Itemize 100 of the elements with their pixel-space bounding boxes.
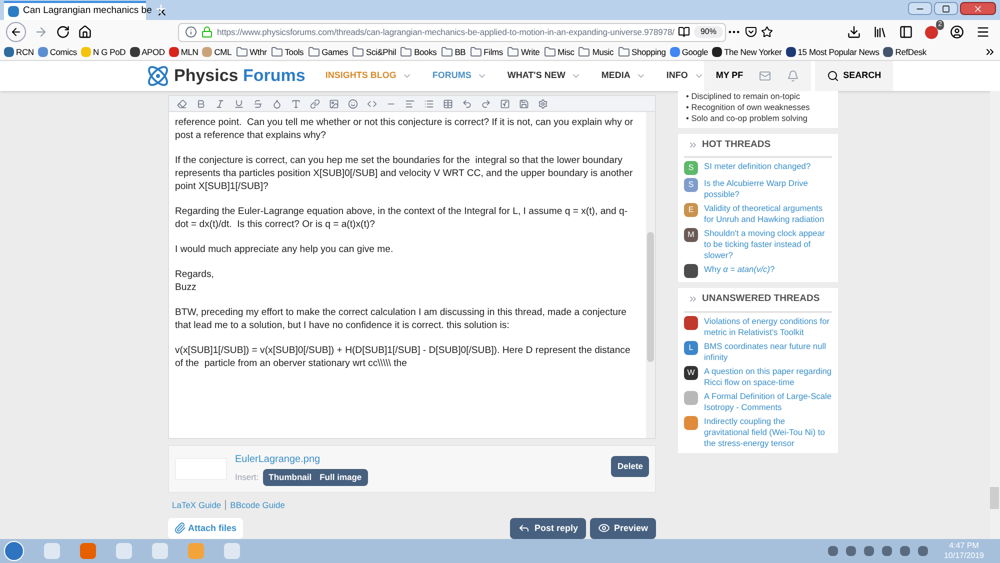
tray-device-icon[interactable] (918, 546, 928, 556)
thread-link[interactable]: BMS coordinates near future null infinity (704, 340, 832, 362)
tray-flag-icon[interactable] (900, 546, 910, 556)
bookmark-link[interactable]: Misc (558, 46, 574, 58)
folder-icon[interactable] (440, 46, 453, 58)
scroll-thumb[interactable] (647, 232, 654, 362)
site-favicon-icon[interactable] (130, 47, 140, 57)
text-size-icon[interactable] (291, 98, 301, 108)
code-icon[interactable] (367, 98, 377, 108)
my-pf-link[interactable]: MY PF (716, 69, 744, 83)
bookmark-link[interactable]: Sci&Phil (366, 46, 396, 58)
bookmark-link[interactable]: RCN (16, 46, 34, 58)
thread-link[interactable]: Is the Alcubierre Warp Drive possible? (704, 178, 832, 200)
folder-icon[interactable] (270, 46, 283, 58)
bookmark-link[interactable]: CML (214, 46, 232, 58)
site-favicon-icon[interactable] (786, 47, 796, 57)
insert-option-button[interactable]: Full image (320, 471, 362, 484)
more-bookmarks-icon[interactable] (984, 46, 996, 58)
droplet-icon[interactable] (272, 98, 282, 108)
post-reply-button[interactable]: Post reply (510, 518, 586, 539)
restore-button[interactable] (934, 2, 958, 15)
bookmark-link[interactable]: N G PoD (92, 46, 126, 58)
save-icon[interactable] (519, 98, 529, 108)
thread-link[interactable]: Indirectly coupling the gravitational field (Wei-Tou Ni) to the stress-energy tensor (704, 416, 832, 448)
smiley-icon[interactable] (348, 98, 358, 108)
folder-icon[interactable] (470, 46, 482, 58)
bookmark-link[interactable]: RefDesk (895, 46, 926, 58)
start-button[interactable] (4, 541, 24, 561)
library-icon[interactable] (873, 25, 887, 39)
folder-icon[interactable] (544, 46, 556, 58)
thread-link[interactable]: SI meter definition changed? (704, 161, 811, 172)
align-icon[interactable] (405, 98, 415, 108)
tray-volume-icon[interactable] (882, 546, 892, 556)
tray-app-icon[interactable] (828, 546, 838, 556)
attach-files-button[interactable]: Attach files (168, 518, 243, 539)
logo-text[interactable]: Physics Forums (174, 63, 306, 89)
scrollbar[interactable] (646, 112, 655, 438)
link-icon[interactable] (310, 98, 320, 108)
forward-icon[interactable] (34, 25, 48, 39)
folder-icon[interactable] (618, 46, 630, 58)
thread-link[interactable]: A Formal Definition of Large-Scale Isotropy - Comments (704, 390, 832, 412)
zoom-level-badge[interactable]: 90% (694, 26, 722, 38)
folder-icon[interactable] (352, 46, 364, 58)
folder-icon[interactable] (236, 46, 248, 58)
reload-icon[interactable] (56, 25, 70, 39)
search-link[interactable]: SEARCH (815, 61, 894, 91)
reader-view-icon[interactable] (678, 26, 690, 38)
thread-link[interactable]: A question on this paper regarding Ricci flow on space-time (704, 366, 832, 388)
tray-display-icon[interactable] (864, 546, 874, 556)
thread-link[interactable]: Why α = atan(v/c)? (704, 264, 775, 276)
strikethrough-icon[interactable] (253, 98, 263, 108)
download-icon[interactable] (847, 25, 861, 39)
atom-logo-icon[interactable] (146, 64, 170, 88)
image-icon[interactable] (329, 98, 339, 108)
thread-link[interactable]: Shouldn't a moving clock appear to be ticking faster instead of slower? (704, 228, 832, 262)
undo-icon[interactable] (462, 98, 472, 108)
site-favicon-icon[interactable] (883, 47, 894, 57)
settings-icon[interactable] (538, 98, 548, 108)
bookmark-link[interactable]: Books (414, 46, 437, 58)
info-icon[interactable] (185, 26, 197, 38)
bookmark-link[interactable]: Google (682, 46, 708, 58)
bold-icon[interactable] (196, 98, 206, 108)
nav-link[interactable]: WHAT'S NEW (507, 69, 566, 83)
thread-link[interactable]: Violations of energy conditions for metric in Relativist's Toolkit (704, 316, 832, 338)
pocket-icon[interactable] (744, 26, 756, 38)
page-scrollbar[interactable] (990, 91, 1000, 539)
menu-icon[interactable] (976, 25, 990, 39)
nav-link[interactable]: INFO (666, 69, 688, 83)
bookmark-link[interactable]: 15 Most Popular News (798, 46, 880, 58)
mail-icon[interactable] (759, 70, 772, 82)
math-icon[interactable] (500, 98, 510, 108)
preview-button[interactable]: Preview (590, 518, 656, 539)
account-icon[interactable] (950, 25, 964, 39)
site-favicon-icon[interactable] (712, 47, 722, 57)
delete-button[interactable]: Delete (611, 456, 649, 477)
folder-icon[interactable] (506, 46, 519, 58)
bookmark-link[interactable]: Write (520, 46, 540, 58)
page-scroll-thumb[interactable] (990, 487, 999, 509)
sidebar-icon[interactable] (899, 25, 913, 39)
bell-icon[interactable] (787, 70, 800, 82)
new-tab-icon[interactable] (154, 2, 168, 16)
bookmark-link[interactable]: Comics (50, 46, 77, 58)
insert-option-button[interactable]: Thumbnail (268, 471, 312, 484)
bookmark-link[interactable]: Shopping (632, 46, 666, 58)
folder-icon[interactable] (308, 46, 320, 58)
extension-icon[interactable] (925, 26, 938, 38)
redo-icon[interactable] (481, 98, 491, 108)
bookmark-link[interactable]: The New Yorker (724, 46, 782, 58)
bookmark-link[interactable]: Wthr (250, 46, 267, 58)
folder-icon[interactable] (578, 46, 590, 58)
bookmark-link[interactable]: BB (454, 46, 466, 58)
bookmark-link[interactable]: MLN (180, 46, 198, 58)
table-icon[interactable] (443, 98, 453, 108)
underline-icon[interactable] (234, 98, 244, 108)
bookmark-link[interactable]: Games (322, 46, 348, 58)
list-icon[interactable] (424, 98, 434, 108)
italic-icon[interactable] (215, 98, 225, 108)
bookmark-link[interactable]: Tools (284, 46, 304, 58)
thread-link[interactable]: Validity of theoretical arguments for Unruh and Hawking radiation (704, 203, 832, 226)
home-icon[interactable] (78, 25, 92, 39)
